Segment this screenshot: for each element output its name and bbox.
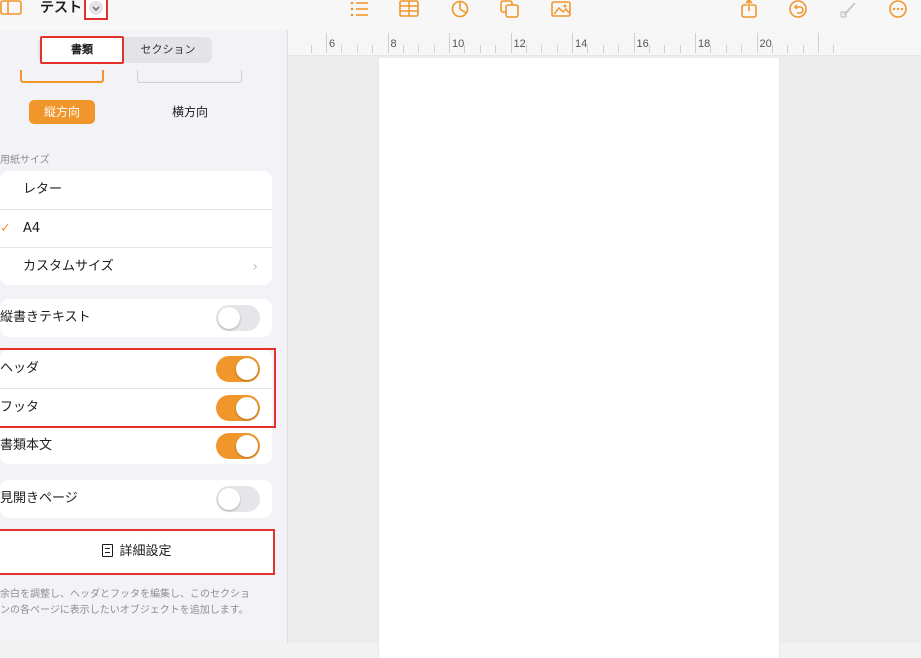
ruler-tick: [572, 33, 573, 53]
facing-pages-group: 見開きページ: [0, 480, 272, 518]
panel-tabs: 書類 セクション: [38, 36, 212, 64]
body-row: 書類本文: [0, 426, 272, 464]
ruler-tick: [556, 45, 558, 53]
ruler-tick: [326, 33, 327, 53]
ruler-tick: [418, 45, 420, 53]
ruler-tick: [679, 45, 681, 53]
ruler-tick: [433, 45, 435, 53]
ruler-tick: [725, 45, 727, 53]
ruler-tick: [618, 45, 620, 53]
tab-document[interactable]: 書類: [40, 36, 124, 64]
ruler: 6 8 10 12 14 16 18 20: [288, 30, 921, 56]
table-icon[interactable]: [398, 0, 420, 18]
advanced-settings-highlight: [0, 529, 275, 575]
landscape-button[interactable]: 横方向: [150, 100, 230, 124]
ruler-tick: [771, 45, 773, 53]
panel-footnote: 余白を調整し、ヘッダとフッタを編集し、このセクショ ンの各ページに表示したいオブ…: [0, 587, 280, 619]
ruler-tick: [541, 45, 543, 53]
ruler-number: 18: [698, 38, 711, 50]
title-menu-button[interactable]: [84, 0, 108, 20]
ruler-number: 16: [636, 38, 649, 50]
ruler-tick: [310, 45, 312, 53]
paper-size-label-letter: レター: [23, 182, 63, 197]
ruler-tick: [372, 45, 374, 53]
ruler-number: 6: [329, 38, 336, 50]
paper-size-label: 用紙サイズ: [0, 155, 50, 166]
ruler-tick: [802, 45, 804, 53]
ruler-tick: [495, 45, 497, 53]
toggle-knob: [218, 488, 240, 510]
ruler-tick: [341, 45, 343, 53]
footnote-line-2: ンの各ページに表示したいオブジェクトを追加します。: [0, 605, 249, 616]
undo-icon[interactable]: [787, 0, 809, 18]
body-label: 書類本文: [0, 438, 53, 453]
paper-size-letter[interactable]: レター: [0, 171, 272, 209]
media-icon[interactable]: [550, 0, 572, 18]
ruler-tick: [402, 45, 404, 53]
facing-pages-row: 見開きページ: [0, 480, 272, 518]
ruler-number: 10: [452, 38, 465, 50]
ruler-number: 20: [759, 38, 772, 50]
ruler-tick: [741, 45, 743, 53]
ruler-tick: [664, 45, 666, 53]
footnote-line-1: 余白を調整し、ヘッダとフッタを編集し、このセクショ: [0, 589, 250, 600]
landscape-thumbnail[interactable]: [137, 70, 242, 83]
body-toggle[interactable]: [216, 433, 260, 459]
paper-size-label-a4: A4: [23, 221, 41, 236]
portrait-button[interactable]: 縦方向: [29, 100, 95, 124]
ruler-tick: [833, 45, 835, 53]
ruler-number: 8: [390, 38, 397, 50]
list-icon[interactable]: [348, 0, 370, 18]
vertical-text-row: 縦書きテキスト: [0, 299, 272, 337]
ruler-tick: [787, 45, 789, 53]
document-canvas: [288, 56, 921, 658]
ruler-tick: [818, 33, 819, 53]
header-footer-highlight: [0, 348, 276, 428]
ruler-tick: [602, 45, 604, 53]
ruler-tick: [695, 33, 696, 53]
document-title[interactable]: テスト: [40, 0, 82, 16]
format-panel: 書類 セクション 縦方向 横方向 用紙サイズ レター ✓ A4 カスタムサイズ …: [0, 30, 288, 643]
ruler-tick: [387, 33, 389, 53]
sidebar-icon[interactable]: [0, 0, 22, 16]
shapes-icon[interactable]: [499, 0, 521, 18]
ruler-tick: [633, 33, 635, 53]
ruler-number: 12: [513, 38, 526, 50]
ruler-tick: [525, 45, 527, 53]
paper-size-custom[interactable]: カスタムサイズ ›: [0, 247, 272, 285]
chevron-down-icon: [89, 1, 103, 15]
toggle-knob: [236, 435, 258, 457]
vertical-text-group: 縦書きテキスト: [0, 299, 272, 337]
share-icon[interactable]: [738, 0, 760, 18]
ruler-tick: [464, 45, 466, 53]
facing-pages-toggle[interactable]: [216, 486, 260, 512]
paper-size-a4[interactable]: ✓ A4: [0, 209, 272, 247]
ruler-tick: [756, 33, 758, 53]
ruler-tick: [479, 45, 481, 53]
portrait-thumbnail[interactable]: [20, 70, 104, 83]
ruler-tick: [510, 33, 512, 53]
ruler-number: 14: [575, 38, 588, 50]
more-icon[interactable]: [887, 0, 909, 18]
vertical-text-toggle[interactable]: [216, 305, 260, 331]
document-page[interactable]: [378, 58, 780, 658]
ruler-tick: [648, 45, 650, 53]
chart-icon[interactable]: [449, 0, 471, 18]
facing-pages-label: 見開きページ: [0, 491, 78, 506]
paper-size-label-custom: カスタムサイズ: [23, 259, 114, 274]
chevron-right-icon: ›: [252, 259, 258, 275]
ruler-tick: [710, 45, 712, 53]
ruler-tick: [449, 33, 450, 53]
paper-size-group: レター ✓ A4 カスタムサイズ ›: [0, 171, 272, 285]
tab-section[interactable]: セクション: [126, 37, 210, 63]
toolbar: テスト: [0, 0, 921, 30]
brush-icon[interactable]: [838, 0, 860, 18]
toggle-knob: [218, 307, 240, 329]
ruler-tick: [356, 45, 358, 53]
ruler-tick: [587, 45, 589, 53]
checkmark-icon: ✓: [0, 221, 11, 236]
vertical-text-label: 縦書きテキスト: [0, 310, 91, 325]
